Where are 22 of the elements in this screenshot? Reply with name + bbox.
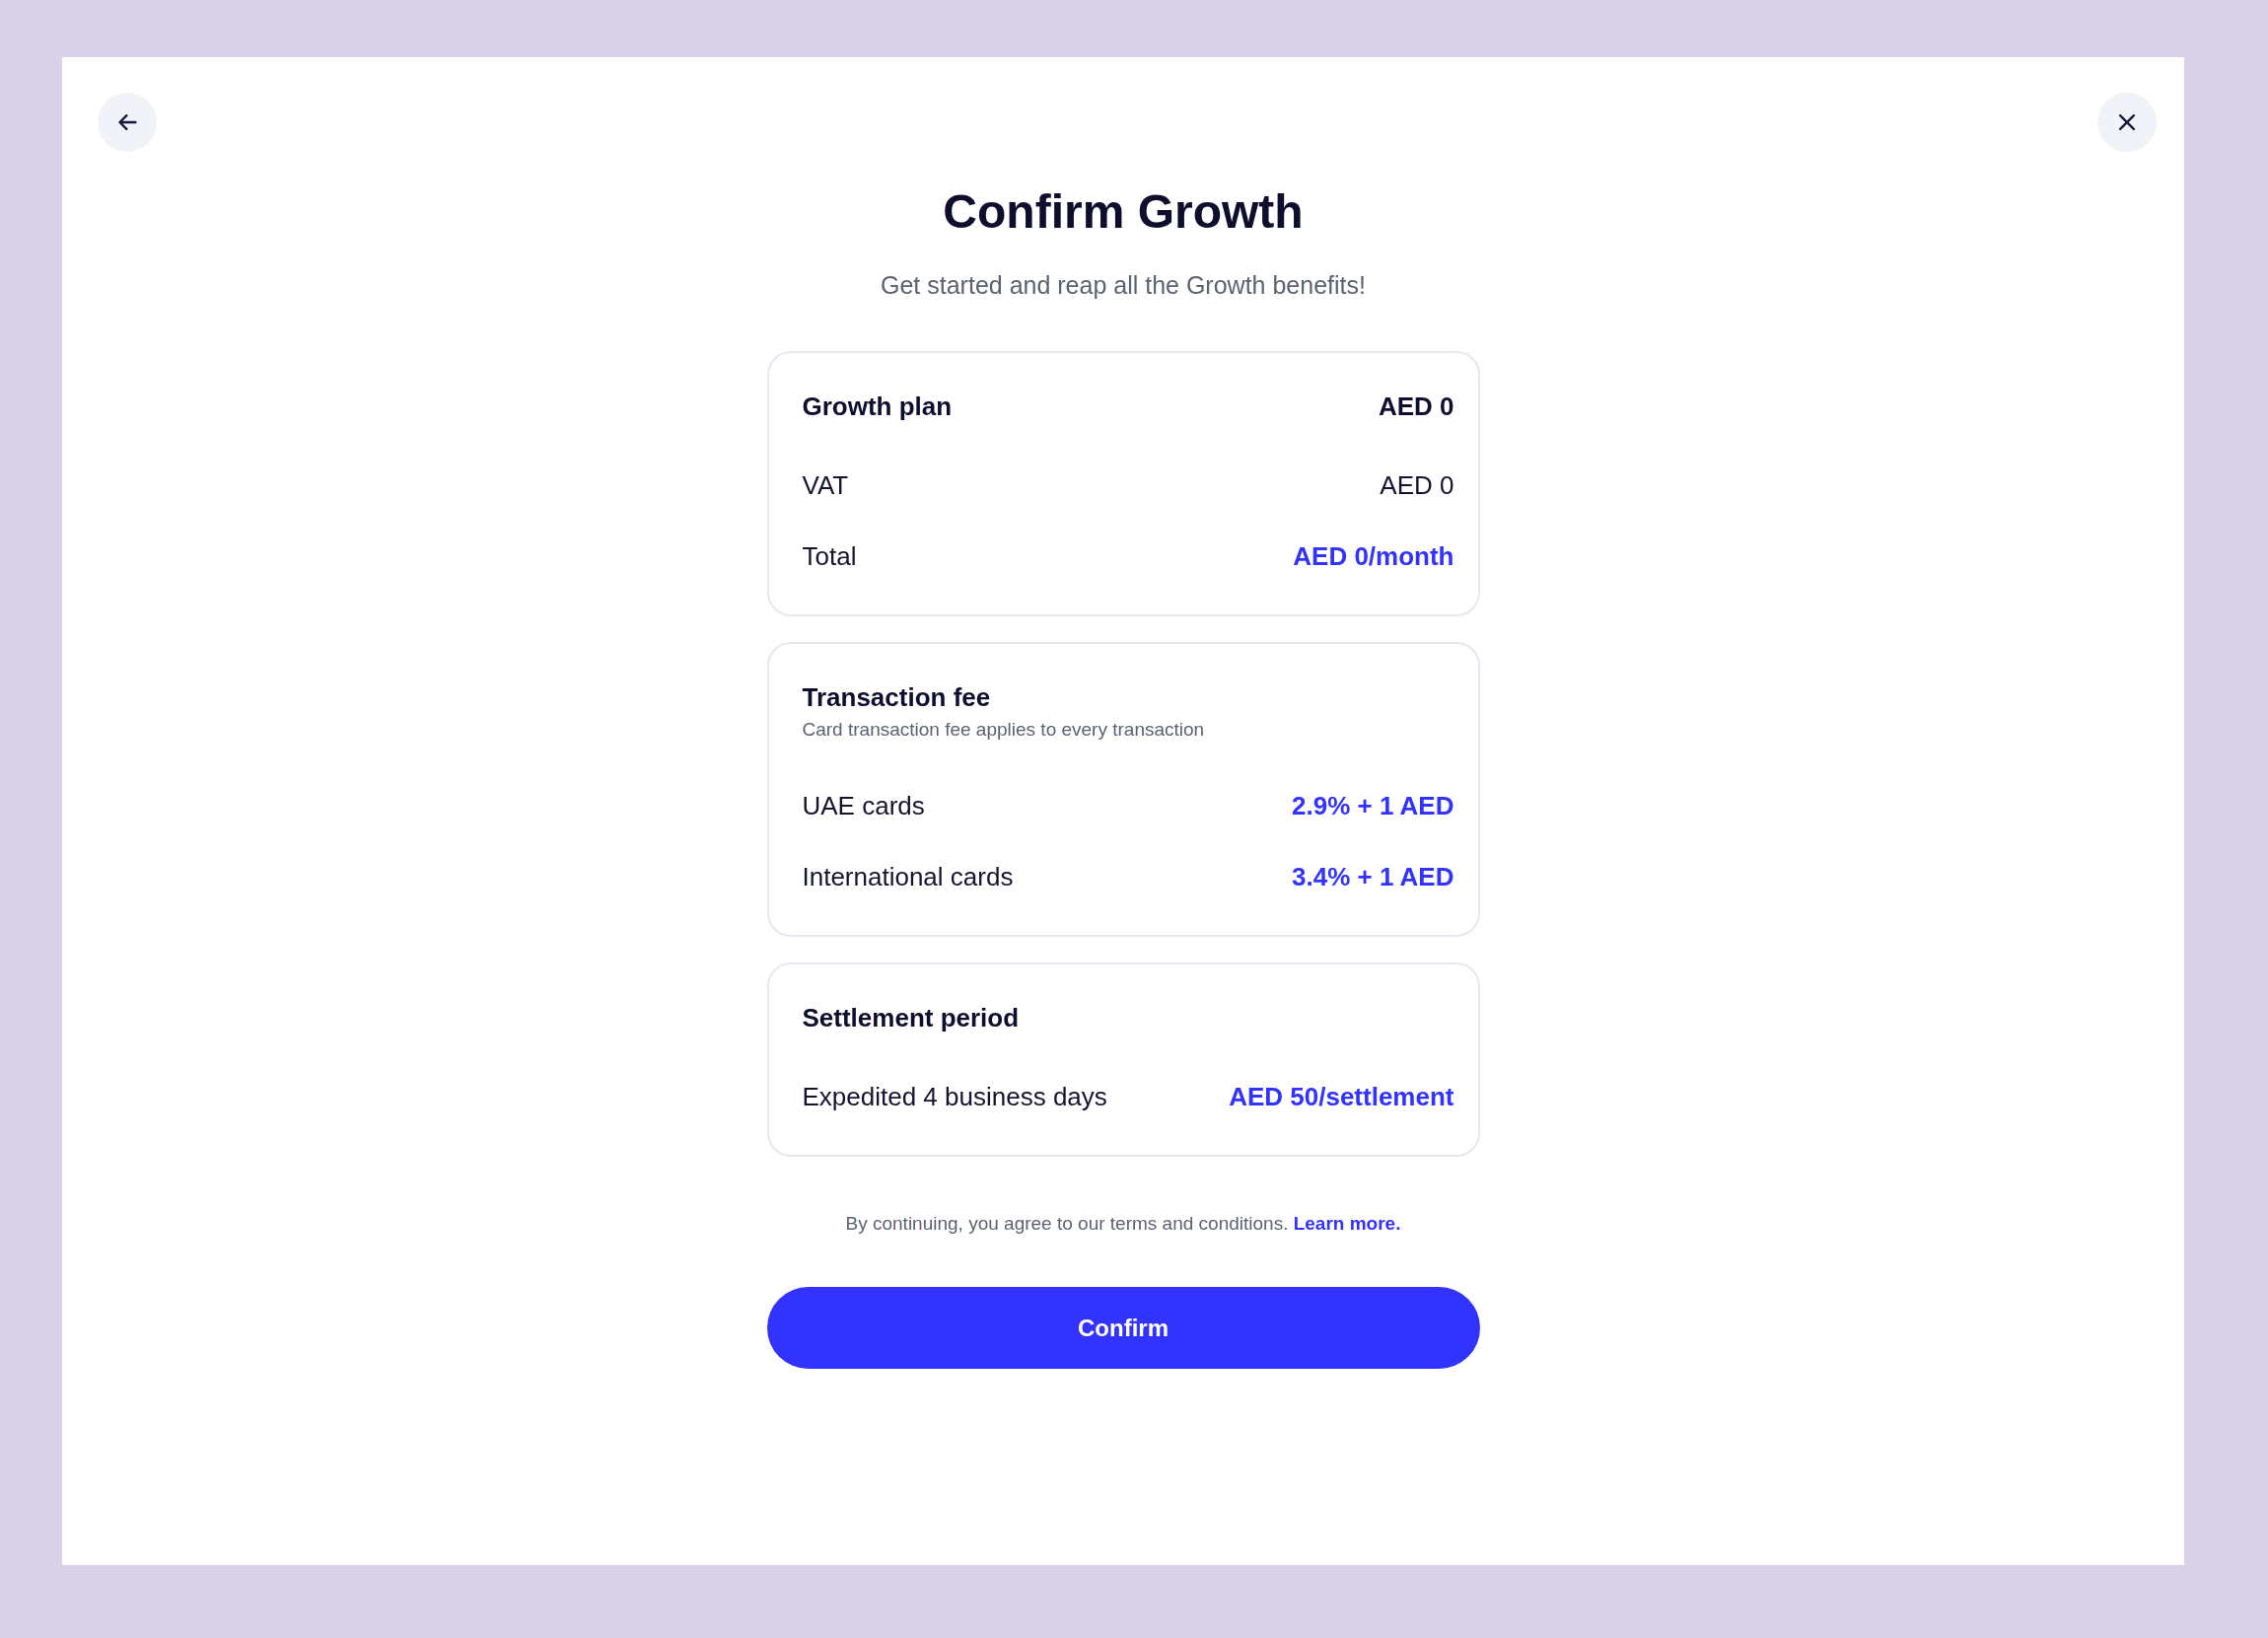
row-label: VAT <box>802 470 849 500</box>
close-icon <box>2119 114 2135 130</box>
terms-text: By continuing, you agree to our terms and conditions. Learn more. <box>844 1212 1402 1236</box>
row-value: AED 50/settlement <box>1229 1082 1454 1111</box>
card-title: Settlement period <box>802 1003 1020 1033</box>
dialog-subtitle: Get started and reap all the Growth benefits! <box>880 270 1367 301</box>
row-label: UAE cards <box>802 791 925 820</box>
card-description: Card transaction fee applies to every transaction <box>802 718 1206 742</box>
card-title: Growth plan <box>802 392 953 421</box>
dialog-title: Confirm Growth <box>942 184 1305 240</box>
card-title: Transaction fee <box>802 682 991 712</box>
row-label: Total <box>802 541 857 571</box>
confirm-button[interactable]: Confirm <box>766 1287 1480 1369</box>
row-label: International cards <box>802 862 1014 891</box>
row-value: AED 0/month <box>1293 541 1454 571</box>
plan-price: AED 0 <box>1378 392 1454 421</box>
row-value: 3.4% + 1 AED <box>1292 862 1454 891</box>
row-label: Expedited 4 business days <box>802 1082 1107 1111</box>
row-value: AED 0 <box>1380 470 1454 500</box>
left-arrow-icon <box>117 114 137 130</box>
row-value: 2.9% + 1 AED <box>1292 791 1454 820</box>
learn-more-link[interactable]: Learn more. <box>1293 1213 1401 1234</box>
